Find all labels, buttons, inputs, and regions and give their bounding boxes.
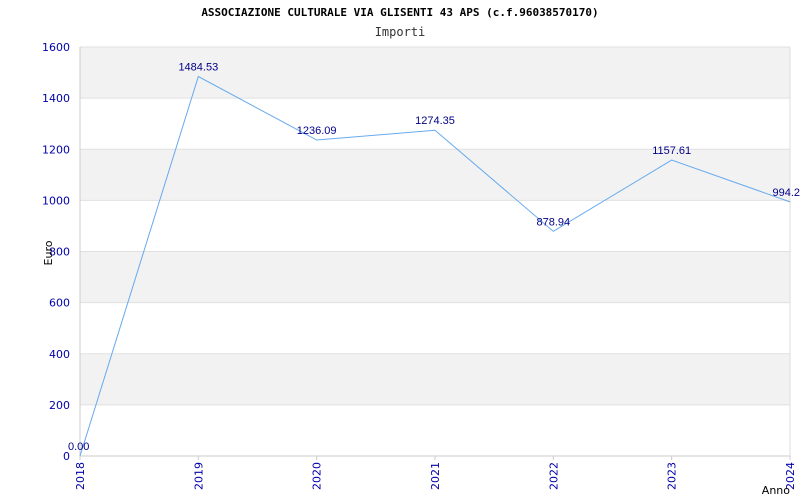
y-tick-label: 1000 [42, 194, 70, 207]
grid-band [80, 251, 790, 303]
data-label: 878.94 [537, 216, 571, 228]
x-tick-label: 2022 [547, 462, 560, 490]
x-tick-labels: 2018 2019 2020 2021 2022 2023 2024 [74, 456, 797, 490]
x-tick-label: 2020 [311, 462, 324, 490]
x-tick-label: 2018 [74, 462, 87, 490]
y-tick-label: 400 [49, 348, 70, 361]
grid-bands [80, 47, 790, 405]
y-tick-label: 1200 [42, 143, 70, 156]
x-tick-label: 2021 [429, 462, 442, 490]
data-label: 1484.53 [178, 62, 218, 74]
data-label: 0.00 [68, 441, 89, 453]
y-axis-label: Euro [42, 240, 55, 265]
data-label: 1236.09 [297, 125, 337, 137]
x-tick-label: 2023 [666, 462, 679, 490]
data-label: 994.2 [772, 187, 800, 199]
y-tick-label: 1400 [42, 92, 70, 105]
x-tick-label: 2019 [192, 462, 205, 490]
y-tick-label: 200 [49, 399, 70, 412]
data-label: 1274.35 [415, 115, 455, 127]
line-chart: 02004006008001000120014001600 2018 2019 20… [42, 41, 800, 497]
y-tick-label: 1600 [42, 41, 70, 54]
data-label: 1157.61 [652, 145, 691, 157]
x-axis-label: Anno [762, 484, 790, 497]
y-tick-label: 600 [49, 297, 70, 310]
grid-band [80, 353, 790, 405]
